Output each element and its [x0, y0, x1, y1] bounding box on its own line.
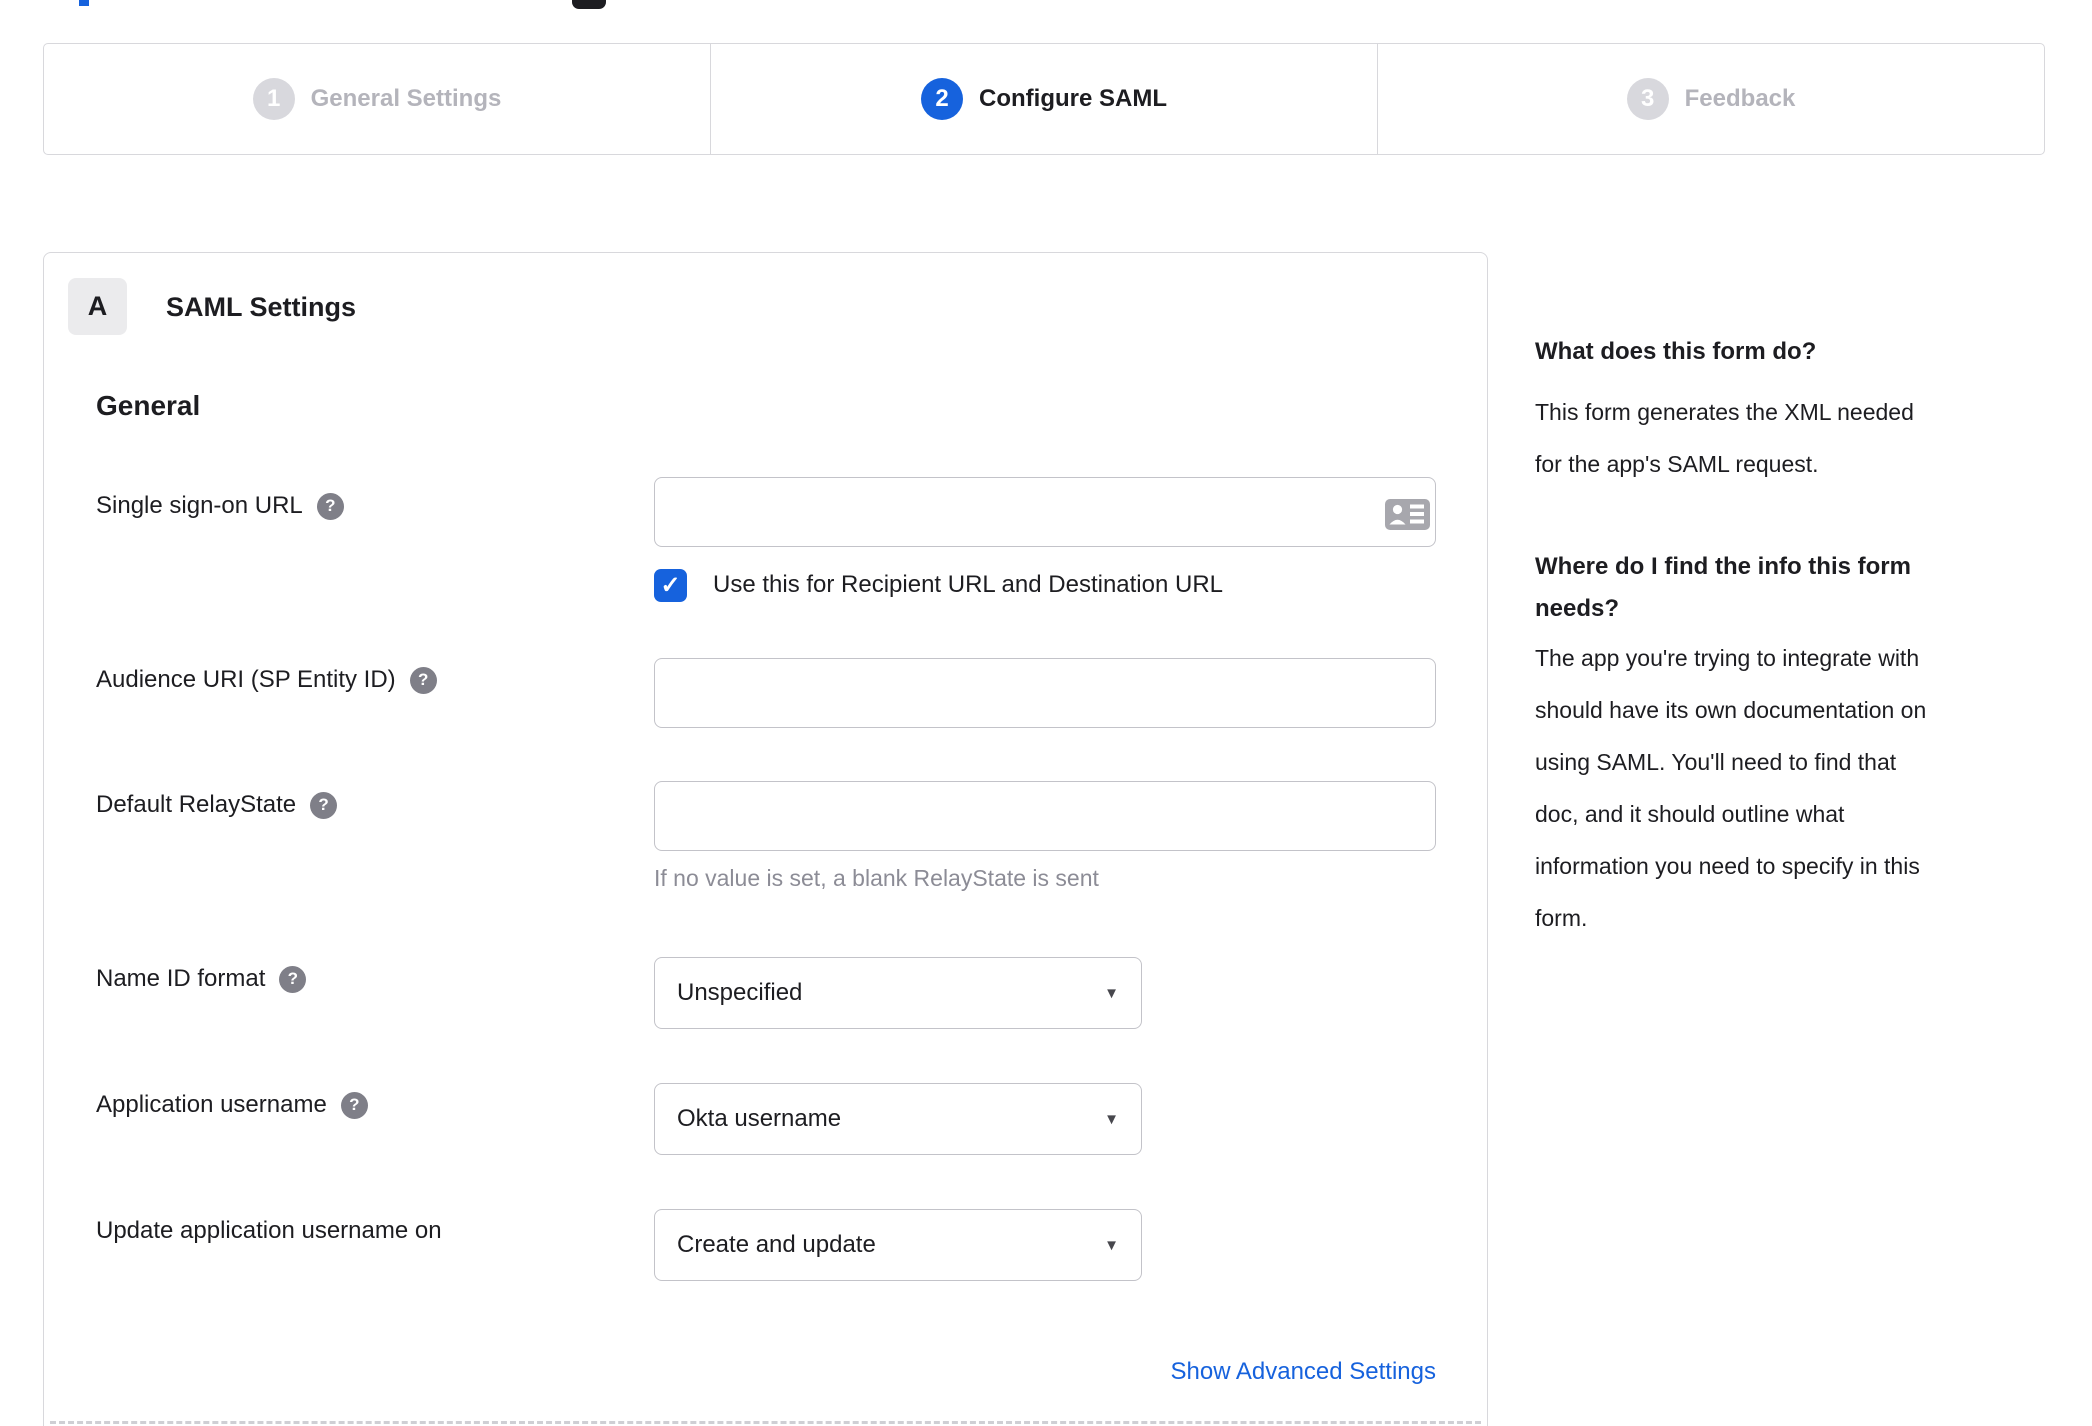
relaystate-label: Default RelayState ?	[96, 791, 338, 819]
step-feedback[interactable]: 3 Feedback	[1377, 44, 2044, 154]
relaystate-hint: If no value is set, a blank RelayState i…	[654, 865, 1099, 891]
advanced-settings-row: Show Advanced Settings	[654, 1358, 1436, 1386]
help-icon[interactable]: ?	[279, 965, 307, 993]
update-username-value: Create and update	[677, 1231, 876, 1258]
sso-url-input[interactable]	[654, 477, 1436, 547]
cutoff-app-logo-fragment	[572, 0, 606, 9]
nameid-format-label-text: Name ID format	[96, 965, 266, 992]
sso-url-label-text: Single sign-on URL	[96, 492, 303, 519]
step-label: Feedback	[1684, 85, 1796, 112]
step-general-settings[interactable]: 1 General Settings	[44, 44, 710, 154]
step-number-badge: 2	[921, 78, 963, 120]
app-username-label: Application username ?	[96, 1091, 368, 1119]
help-icon[interactable]: ?	[310, 791, 338, 819]
audience-uri-label-text: Audience URI (SP Entity ID)	[96, 666, 396, 693]
app-username-value: Okta username	[677, 1105, 842, 1132]
step-configure-saml[interactable]: 2 Configure SAML	[710, 44, 1377, 154]
cutoff-blue-tab-fragment	[79, 0, 89, 6]
help-body-where: The app you're trying to integrate with …	[1535, 645, 1927, 931]
help-icon[interactable]: ?	[409, 666, 437, 694]
update-username-label-text: Update application username on	[96, 1217, 442, 1244]
update-username-label: Update application username on	[96, 1217, 442, 1245]
recipient-url-checkbox[interactable]: ✓	[654, 569, 687, 602]
nameid-format-label: Name ID format ?	[96, 965, 307, 993]
wizard-stepper: 1 General Settings 2 Configure SAML 3 Fe…	[43, 43, 2045, 155]
show-advanced-settings-link[interactable]: Show Advanced Settings	[1170, 1358, 1436, 1385]
help-title-where: Where do I find the info this form needs…	[1535, 553, 1911, 622]
update-username-select[interactable]: Create and update ▼	[654, 1209, 1142, 1281]
saml-settings-panel: A SAML Settings General Single sign-on U…	[43, 252, 1488, 1426]
step-label: General Settings	[310, 85, 502, 112]
relaystate-input[interactable]	[654, 781, 1436, 851]
help-body-what: This form generates the XML needed for t…	[1535, 399, 1914, 477]
section-a-badge: A	[68, 278, 127, 335]
chevron-down-icon: ▼	[1104, 984, 1119, 1002]
audience-uri-input[interactable]	[654, 658, 1436, 728]
sso-url-label: Single sign-on URL ?	[96, 492, 344, 520]
general-section-title: General	[96, 390, 201, 421]
help-icon[interactable]: ?	[316, 492, 344, 520]
help-title-what: What does this form do?	[1535, 338, 1817, 365]
check-icon: ✓	[660, 572, 681, 599]
nameid-format-value: Unspecified	[677, 979, 803, 1006]
section-dashed-divider	[50, 1421, 1481, 1424]
recipient-url-checkbox-label: Use this for Recipient URL and Destinati…	[713, 571, 1224, 598]
step-number-badge: 1	[252, 78, 295, 120]
app-username-label-text: Application username	[96, 1091, 327, 1118]
chevron-down-icon: ▼	[1104, 1236, 1119, 1254]
contact-card-icon	[1385, 499, 1430, 535]
app-username-select[interactable]: Okta username ▼	[654, 1083, 1142, 1155]
step-number-badge: 3	[1626, 78, 1669, 120]
step-label: Configure SAML	[979, 85, 1167, 112]
chevron-down-icon: ▼	[1104, 1110, 1119, 1128]
help-icon[interactable]: ?	[340, 1091, 368, 1119]
relaystate-label-text: Default RelayState	[96, 791, 297, 818]
panel-title: SAML Settings	[166, 292, 357, 322]
audience-uri-label: Audience URI (SP Entity ID) ?	[96, 666, 437, 694]
nameid-format-select[interactable]: Unspecified ▼	[654, 957, 1142, 1029]
